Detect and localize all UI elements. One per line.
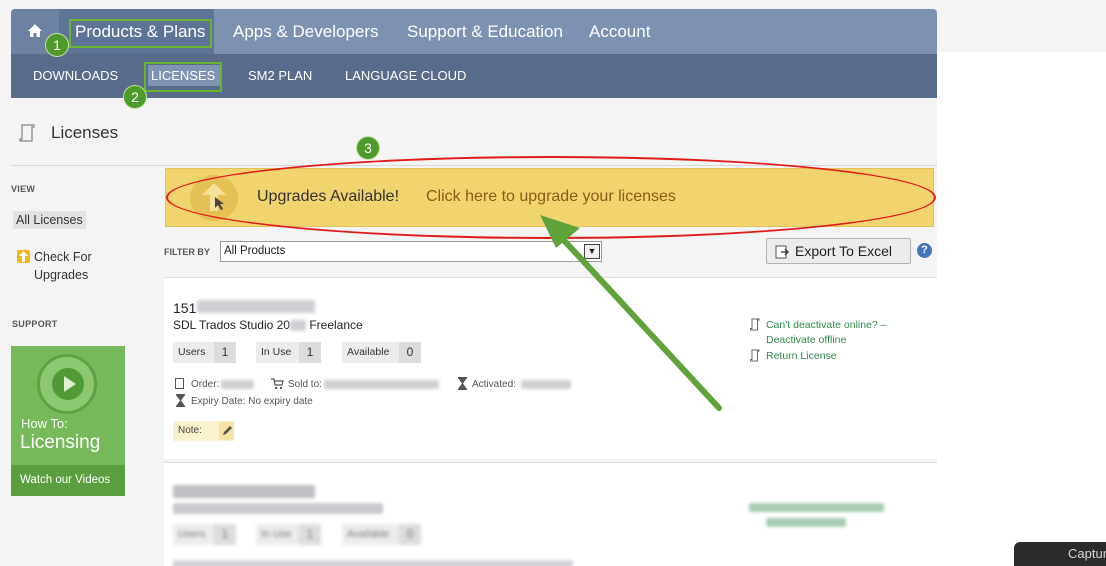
redacted-license-title <box>173 485 315 498</box>
redacted-order <box>221 380 254 389</box>
redacted-product-name <box>173 503 383 514</box>
sidebar-support-heading: SUPPORT <box>12 319 58 329</box>
available-value: 0 <box>399 342 421 363</box>
howto-video-card[interactable]: How To: Licensing Watch our Videos <box>11 346 125 496</box>
users-value: 1 <box>214 342 236 363</box>
available-stat: Available 0 <box>342 524 421 545</box>
upgrade-arrow-icon <box>17 250 30 263</box>
watch-videos-link[interactable]: Watch our Videos <box>11 465 125 496</box>
subnav-sm2-plan[interactable]: SM2 PLAN <box>248 54 312 98</box>
users-stat: Users 1 <box>173 342 236 363</box>
license-product-suffix: Freelance <box>309 318 363 332</box>
product-filter-select[interactable]: All Products <box>220 241 602 262</box>
callout-badge-3: 3 <box>356 136 380 160</box>
chevron-down-icon[interactable]: ▼ <box>584 244 600 259</box>
license-product: SDL Trados Studio 20 Freelance <box>173 318 363 332</box>
edit-note-button[interactable] <box>219 422 234 440</box>
highlight-box-licenses <box>144 62 222 92</box>
license-number: 151 <box>173 300 197 316</box>
note-label: Note: <box>178 425 202 436</box>
cart-icon <box>271 378 284 390</box>
users-label: Users <box>178 528 206 540</box>
home-icon <box>28 24 42 37</box>
available-stat: Available 0 <box>342 342 421 363</box>
license-card: Users 1 In Use 1 Available 0 <box>164 462 937 566</box>
license-product-name: SDL Trados Studio 20 <box>173 318 290 332</box>
available-label: Available <box>347 346 390 358</box>
video-title: Licensing <box>20 432 101 453</box>
note-field: Note: <box>173 421 234 441</box>
export-to-excel-button[interactable]: Export To Excel <box>766 238 911 264</box>
redacted-version <box>289 320 306 332</box>
return-license-link[interactable]: Return License <box>766 349 837 364</box>
sidebar-view-heading: VIEW <box>11 184 36 194</box>
export-label: Export To Excel <box>795 243 893 259</box>
deactivate-scroll-icon <box>750 318 760 331</box>
highlight-box-products <box>69 19 212 48</box>
order-label: Order: <box>191 379 220 390</box>
sidebar-check-upgrades[interactable]: Check For Upgrades <box>34 248 104 284</box>
nav-support-education[interactable]: Support & Education <box>407 9 563 54</box>
sidebar-all-licenses[interactable]: All Licenses <box>13 211 86 229</box>
users-label: Users <box>178 346 206 358</box>
redacted-license-number <box>197 300 315 313</box>
inuse-stat: In Use 1 <box>256 524 321 545</box>
inuse-value: 1 <box>299 342 321 363</box>
inuse-stat: In Use 1 <box>256 342 321 363</box>
right-margin <box>937 52 1106 566</box>
excel-export-icon <box>775 245 789 259</box>
license-card: 151 SDL Trados Studio 20 Freelance Users… <box>164 277 937 459</box>
available-label: Available <box>347 528 390 540</box>
capture-taskbar-button[interactable]: Captur <box>1014 542 1106 566</box>
activated-label: Activated: <box>472 379 516 390</box>
sold-to-label: Sold to: <box>288 379 322 390</box>
callout-badge-1: 1 <box>45 33 69 57</box>
play-circle-icon <box>37 354 97 414</box>
nav-account[interactable]: Account <box>589 9 650 54</box>
page-title: Licenses <box>51 123 119 142</box>
deactivate-offline-link[interactable]: Can't deactivate online? – Deactivate of… <box>766 318 906 348</box>
inuse-label: In Use <box>261 528 292 540</box>
pencil-icon <box>223 426 232 435</box>
subnav-language-cloud[interactable]: LANGUAGE CLOUD <box>345 54 466 98</box>
hourglass-icon <box>458 377 467 390</box>
callout-badge-2: 2 <box>123 85 147 109</box>
video-howto-text: How To: <box>21 416 68 431</box>
nav-apps-developers[interactable]: Apps & Developers <box>233 9 379 54</box>
return-scroll-icon <box>750 349 760 362</box>
help-icon[interactable]: ? <box>917 243 932 258</box>
filter-by-label: FILTER BY <box>164 247 210 257</box>
license-scroll-icon <box>19 124 35 142</box>
users-value: 1 <box>214 524 236 545</box>
subnav-downloads[interactable]: DOWNLOADS <box>33 54 118 98</box>
inuse-label: In Use <box>261 346 292 358</box>
redacted-deactivate-link <box>749 503 884 512</box>
redacted-order-row <box>173 560 573 566</box>
expiry-date: Expiry Date: No expiry date <box>191 396 313 407</box>
redacted-activated-date <box>521 380 571 389</box>
available-value: 0 <box>399 524 421 545</box>
redacted-sold-to <box>324 380 439 389</box>
red-highlight-ellipse <box>166 156 936 239</box>
redacted-deactivate-link-line2 <box>766 518 846 527</box>
expiry-hourglass-icon <box>176 394 185 407</box>
order-icon <box>175 378 184 389</box>
users-stat: Users 1 <box>173 524 236 545</box>
inuse-value: 1 <box>299 524 321 545</box>
